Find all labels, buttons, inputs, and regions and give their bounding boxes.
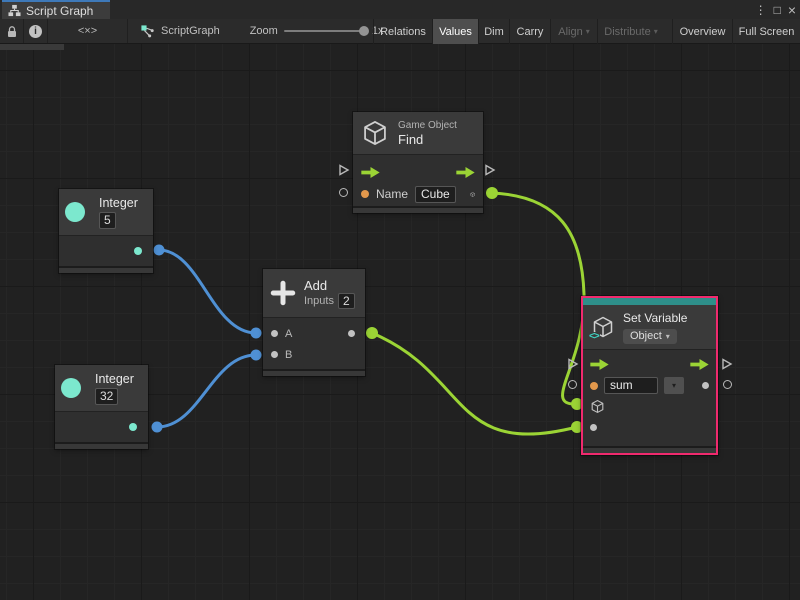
script-graph-window: Script Graph ⋮ □ × i <×> [0, 0, 800, 600]
values-button[interactable]: Values [432, 19, 478, 44]
zoom-slider-knob[interactable] [359, 26, 369, 36]
wire-endpoint[interactable] [486, 187, 498, 199]
flow-output-arrow-icon[interactable] [456, 167, 475, 178]
window-close-icon[interactable]: × [788, 2, 796, 18]
wire-integer5-to-add-a[interactable] [159, 250, 256, 333]
variable-name-dropdown-button[interactable]: ▾ [664, 377, 684, 394]
param-label: Name [376, 187, 408, 201]
graph-reference-label: ScriptGraph [161, 25, 220, 37]
lock-button[interactable] [0, 19, 24, 43]
inputs-count-field[interactable]: 2 [338, 293, 355, 309]
dim-button[interactable]: Dim [478, 19, 509, 44]
node-add[interactable]: Add Inputs 2 A B [263, 269, 365, 376]
wire-endpoint[interactable] [251, 328, 262, 339]
flow-input-arrow-icon[interactable] [361, 167, 380, 178]
port-label: A [285, 328, 292, 340]
flow-input-port[interactable] [338, 164, 350, 176]
chevron-down-icon: ▾ [654, 27, 658, 36]
distribute-button[interactable]: Distribute▾ [597, 19, 664, 44]
value-input-port-b[interactable] [271, 351, 278, 358]
gameobject-output-icon[interactable] [470, 187, 475, 202]
graph-hierarchy-icon [8, 4, 21, 17]
integer-literal-icon [61, 378, 81, 398]
value-input-port[interactable] [568, 380, 577, 389]
graph-canvas[interactable]: Integer 5 Integer 32 [0, 44, 800, 600]
overview-button[interactable]: Overview [672, 19, 732, 44]
value-input-port[interactable] [590, 424, 597, 431]
value-output-port[interactable] [723, 380, 732, 389]
chevron-down-icon: ▾ [666, 330, 670, 343]
toolbar-buttons: Relations Values Dim Carry Align▾ Distri… [373, 19, 800, 44]
wire-endpoint[interactable] [154, 245, 165, 256]
node-integer-32[interactable]: Integer 32 [55, 365, 148, 449]
code-view-icon: <×> [78, 25, 97, 37]
info-icon: i [29, 25, 42, 38]
node-title: Integer [99, 196, 138, 211]
wire-find-to-setvariable-object[interactable] [492, 193, 584, 404]
node-gameobject-find[interactable]: Game Object Find Name Cube [353, 112, 483, 213]
window-menu-icon[interactable]: ⋮ [755, 3, 767, 17]
variable-kind-dropdown[interactable]: Object ▾ [623, 329, 677, 344]
tab-script-graph[interactable]: Script Graph [2, 0, 110, 19]
lock-icon [6, 25, 18, 38]
wire-integer32-to-add-b[interactable] [157, 355, 256, 427]
inputs-label: Inputs [304, 295, 334, 307]
node-title: Find [398, 132, 457, 147]
add-icon [270, 280, 296, 306]
graph-toolbar: i <×> ScriptGraph Zoom 1x Relations Valu… [0, 19, 800, 44]
full-screen-button[interactable]: Full Screen [732, 19, 800, 44]
canvas-corner-strip [0, 44, 64, 50]
chevron-down-icon: ▾ [586, 27, 590, 36]
node-set-variable[interactable]: <> Set Variable Object ▾ [581, 296, 718, 455]
node-category: Game Object [398, 120, 457, 132]
node-integer-5[interactable]: Integer 5 [59, 189, 153, 273]
align-button[interactable]: Align▾ [550, 19, 597, 44]
wire-add-to-setvariable-value[interactable] [372, 333, 577, 434]
relations-button[interactable]: Relations [373, 19, 432, 44]
flow-input-arrow-icon[interactable] [590, 359, 609, 370]
integer-literal-icon [65, 202, 85, 222]
node-title: Set Variable [623, 311, 687, 326]
integer-value-field[interactable]: 32 [95, 388, 118, 405]
info-button[interactable]: i [24, 19, 48, 43]
node-title: Integer [95, 372, 134, 387]
gameobject-cube-icon [361, 119, 389, 147]
wire-endpoint[interactable] [152, 422, 163, 433]
wire-endpoint[interactable] [251, 350, 262, 361]
value-input-port-a[interactable] [271, 330, 278, 337]
zoom-control: Zoom 1x [242, 19, 392, 43]
node-title: Add [304, 278, 355, 293]
tab-title: Script Graph [26, 4, 93, 18]
name-input-field[interactable]: Cube [415, 186, 456, 203]
variable-kind-strip [583, 298, 716, 305]
value-output-port[interactable] [129, 423, 137, 431]
code-view-button[interactable]: <×> [48, 19, 128, 43]
variable-name-field[interactable]: sum [604, 377, 658, 394]
value-output-port[interactable] [348, 330, 355, 337]
flow-output-port[interactable] [721, 358, 733, 370]
port-label: B [285, 349, 292, 361]
zoom-slider[interactable] [284, 30, 366, 32]
wire-endpoint[interactable] [366, 327, 378, 339]
script-graph-icon [140, 24, 155, 39]
flow-output-arrow-icon[interactable] [690, 359, 709, 370]
variable-code-icon: <> [588, 332, 600, 342]
variable-name-input-port[interactable] [590, 382, 598, 390]
flow-input-port[interactable] [567, 358, 579, 370]
gameobject-target-port[interactable] [590, 399, 605, 414]
graph-reference[interactable]: ScriptGraph [132, 19, 228, 43]
chevron-down-icon: ▾ [672, 381, 676, 390]
value-output-port[interactable] [702, 382, 709, 389]
carry-button[interactable]: Carry [509, 19, 550, 44]
zoom-label: Zoom [250, 25, 278, 37]
tab-bar: Script Graph ⋮ □ × [0, 0, 800, 19]
set-variable-icon: <> [591, 315, 615, 339]
string-input-port[interactable] [361, 190, 369, 198]
value-output-port[interactable] [134, 247, 142, 255]
value-input-port[interactable] [339, 188, 348, 197]
integer-value-field[interactable]: 5 [99, 212, 116, 229]
flow-output-port[interactable] [484, 164, 496, 176]
window-maximize-icon[interactable]: □ [774, 3, 781, 17]
